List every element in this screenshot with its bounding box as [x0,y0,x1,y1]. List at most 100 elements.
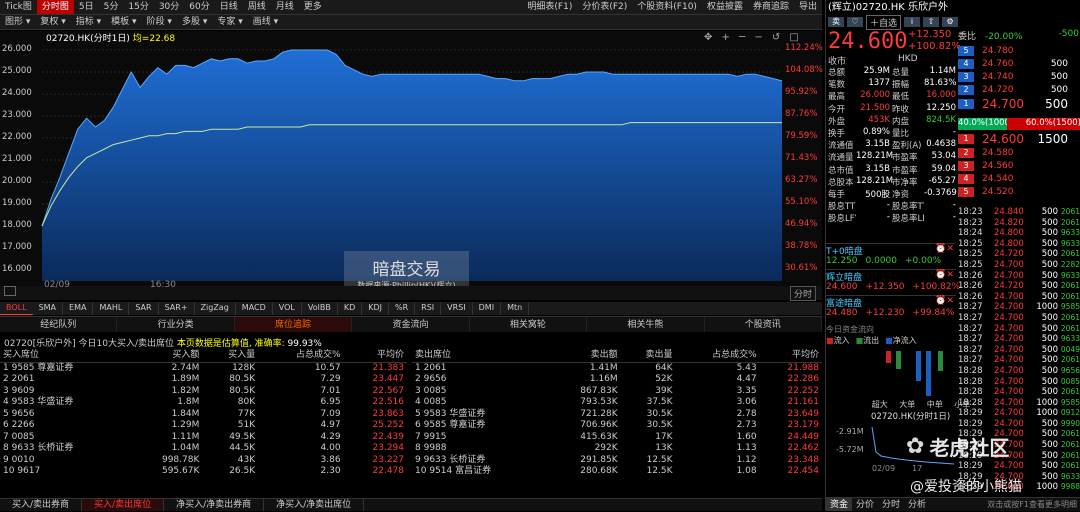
tab-3[interactable]: 资金流向 [352,317,470,332]
table-row[interactable]: 1 2061 1.41M 64K 5.43 21.988 [412,362,822,374]
clock-icon[interactable]: ⏰ [935,270,946,282]
side-tab-1[interactable]: 分价 [852,498,878,511]
subtool-0[interactable]: 图形 ▾ [0,15,35,29]
bottom-tab-2[interactable]: 净买入/净卖出券商 [164,499,265,511]
tab-1[interactable]: 行业分类 [117,317,235,332]
right-tool-2[interactable]: 个股资料(F10) [632,0,702,14]
period-2[interactable]: 5日 [74,0,99,14]
clock-icon[interactable]: ⏰ [935,244,946,256]
indicator-sar[interactable]: SAR [129,302,159,315]
queue-row[interactable]: 3 24.740 500 [958,70,1080,83]
period-6[interactable]: 60分 [184,0,214,14]
table-row[interactable]: 3 9609 1.82M 80.5K 7.01 22.567 [0,386,407,398]
dark-pool-header[interactable]: 富途暗盘 ⏰ ✕ [826,295,956,309]
indicator-boll[interactable]: BOLL [0,302,33,315]
scroll-toggle[interactable] [4,286,16,296]
subtool-6[interactable]: 专家 ▾ [212,15,247,29]
tab-0[interactable]: 经纪队列 [0,317,118,332]
bottom-tab-0[interactable]: 买入/卖出券商 [0,499,83,511]
side-tab-0[interactable]: 资金 [826,498,853,511]
indicator-vrsi[interactable]: VRSI [441,302,473,315]
queue-row[interactable]: 1 24.600 1500 [958,131,1080,146]
queue-row[interactable]: 4 24.760 500 [958,57,1080,70]
indicator-ema[interactable]: EMA [63,302,94,315]
sell-icon[interactable]: 卖 [828,17,844,27]
table-row[interactable]: 6 9585 尊嘉证券 706.96K 30.5K 2.73 23.179 [412,420,822,432]
indicator-rsi[interactable]: RSI [415,302,442,315]
close-icon[interactable]: ✕ [946,296,954,308]
table-row[interactable]: 9 9633 长桥证券 291.85K 12.5K 1.12 23.348 [412,455,822,467]
table-row[interactable]: 4 0085 793.53K 37.5K 3.06 21.161 [412,397,822,409]
period-5[interactable]: 30分 [154,0,184,14]
period-0[interactable]: Tick图 [0,0,37,14]
indicator-vol[interactable]: VOL [273,302,302,315]
subtool-3[interactable]: 模板 ▾ [106,15,141,29]
table-row[interactable]: 2 2061 1.89M 80.5K 7.29 23.447 [0,374,407,386]
queue-row[interactable]: 5 24.520 [958,185,1080,198]
period-8[interactable]: 周线 [243,0,271,14]
subtool-2[interactable]: 指标 ▾ [71,15,106,29]
indicator-mahl[interactable]: MAHL [93,302,130,315]
bottom-tab-3[interactable]: 净买入/净卖出席位 [264,499,365,511]
subtool-4[interactable]: 阶段 ▾ [142,15,177,29]
queue-row[interactable]: 3 24.560 [958,159,1080,172]
mode-button[interactable]: 分时 [790,286,817,301]
chart-tools[interactable]: ✥ + ─ − ↺ □ [704,32,802,43]
clock-icon[interactable]: ⏰ [935,296,946,308]
table-row[interactable]: 10 9617 595.67K 26.5K 2.30 22.478 [0,466,407,478]
indicator-zigzag[interactable]: ZigZag [195,302,236,315]
queue-row[interactable]: 5 24.780 [958,44,1080,57]
tab-2[interactable]: 席位追踪 [234,317,353,332]
dark-pool-header[interactable]: T+0暗盘 ⏰ ✕ [826,243,956,257]
table-row[interactable]: 7 0085 1.11M 49.5K 4.29 22.439 [0,432,407,444]
intraday-chart[interactable]: 02720.HK(分时1日) 均=22.68 ✥ + ─ − ↺ □ 暗盘交易 … [0,31,823,297]
subtool-5[interactable]: 多股 ▾ [177,15,212,29]
table-row[interactable]: 5 9583 华盛证券 721.28K 30.5K 2.78 23.649 [412,409,822,421]
period-10[interactable]: 更多 [299,0,327,14]
tab-4[interactable]: 相关窝轮 [470,317,588,332]
bottom-tab-1[interactable]: 买入/卖出席位 [82,499,165,511]
indicator-dmi[interactable]: DMI [473,302,502,315]
share-icon[interactable]: ⇧ [923,17,940,27]
period-3[interactable]: 5分 [99,0,124,14]
table-row[interactable]: 2 9656 1.16M 52K 4.47 22.286 [412,374,822,386]
queue-row[interactable]: 1 24.700 500 [958,96,1080,111]
close-icon[interactable]: ✕ [946,270,954,282]
queue-row[interactable]: 2 24.720 500 [958,83,1080,96]
right-tool-5[interactable]: 导出 [794,0,822,14]
indicator-sma[interactable]: SMA [33,302,64,315]
table-row[interactable]: 4 9583 华盛证券 1.8M 80K 6.95 22.516 [0,397,407,409]
table-row[interactable]: 7 9915 415.63K 17K 1.60 24.449 [412,432,822,444]
table-row[interactable]: 5 9656 1.84M 77K 7.09 23.863 [0,409,407,421]
period-9[interactable]: 月线 [271,0,299,14]
table-row[interactable]: 6 2266 1.29M 51K 4.97 25.252 [0,420,407,432]
queue-row[interactable]: 2 24.580 [958,146,1080,159]
table-row[interactable]: 10 9514 富昌证券 280.68K 12.5K 1.08 22.454 [412,466,822,478]
table-row[interactable]: 8 9633 长桥证券 1.04M 44.5K 4.00 23.294 [0,443,407,455]
indicator-volbb[interactable]: VolBB [302,302,338,315]
tab-6[interactable]: 个股资讯 [705,317,822,332]
indicator-macd[interactable]: MACD [236,302,273,315]
period-7[interactable]: 日线 [215,0,243,14]
dark-pool-header[interactable]: 辉立暗盘 ⏰ ✕ [826,269,956,283]
indicator-mtn[interactable]: Mtn [501,302,530,315]
table-row[interactable]: 3 0085 867.83K 39K 3.35 22.252 [412,386,822,398]
indicator-sar+[interactable]: SAR+ [159,302,195,315]
right-tool-1[interactable]: 分价表(F2) [577,0,632,14]
subtool-7[interactable]: 画线 ▾ [248,15,283,29]
subtool-1[interactable]: 复权 ▾ [35,15,70,29]
tick-list[interactable]: 18:23 24.840 500 2061 18:23 24.820 500 2061 18:2… [958,207,1080,493]
right-tool-0[interactable]: 明细表(F1) [522,0,577,14]
indicator-%r[interactable]: %R [389,302,416,315]
alert-icon[interactable]: ♡ [847,17,863,27]
table-row[interactable]: 9 0010 998.78K 43K 3.86 23.227 [0,455,407,467]
period-4[interactable]: 15分 [123,0,153,14]
close-icon[interactable]: ✕ [946,244,954,256]
indicator-kd[interactable]: KD [338,302,363,315]
period-1[interactable]: 分时图 [36,0,74,14]
right-tool-3[interactable]: 权益披露 [702,0,748,14]
tab-5[interactable]: 相关牛熊 [587,317,705,332]
info-icon[interactable]: i [904,17,921,27]
right-tool-4[interactable]: 券商追踪 [748,0,794,14]
side-tab-2[interactable]: 分时 [878,498,904,511]
